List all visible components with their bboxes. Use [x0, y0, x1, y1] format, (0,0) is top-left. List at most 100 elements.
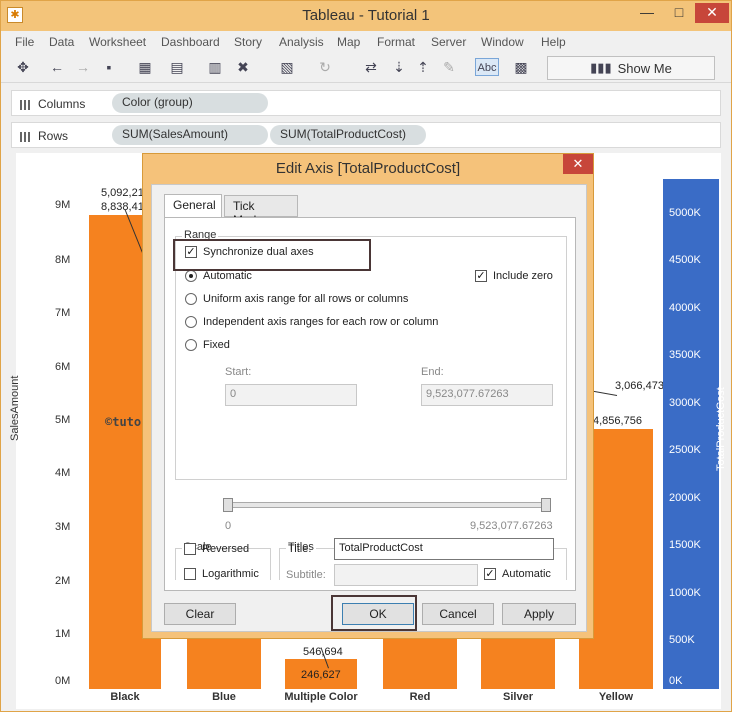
highlight-box-ok — [331, 595, 417, 631]
include-zero-checkbox[interactable]: ✓ Include zero — [475, 270, 553, 282]
cancel-button[interactable]: Cancel — [422, 603, 494, 625]
bar-silver[interactable] — [481, 637, 555, 689]
y-tick: 3M — [55, 521, 71, 533]
end-input[interactable]: 9,523,077.67263 — [421, 384, 553, 406]
range-slider-min-handle[interactable] — [223, 498, 233, 512]
data-label-multiple-cost: 246,627 — [301, 669, 341, 681]
maximize-icon[interactable]: □ — [665, 3, 693, 23]
sort-ascending-icon[interactable]: ⇣ — [389, 58, 409, 76]
y-tick: 8M — [55, 254, 71, 266]
duplicate-sheet-icon[interactable]: ▥ — [205, 58, 225, 76]
clear-button[interactable]: Clear — [164, 603, 236, 625]
y-tick: 4M — [55, 467, 71, 479]
y2-tick: 0K — [669, 675, 683, 687]
dialog-title: Edit Axis [TotalProductCost] — [275, 160, 461, 177]
y2-tick: 4000K — [669, 302, 701, 314]
range-slider-track[interactable] — [225, 502, 547, 508]
y-axis-title: SalesAmount — [9, 375, 21, 441]
menu-data[interactable]: Data — [49, 35, 74, 49]
new-datasource-icon[interactable]: ▦ — [135, 58, 155, 76]
pause-updates-icon[interactable]: ▧ — [277, 58, 297, 76]
reversed-checkbox[interactable]: Reversed — [184, 543, 249, 555]
window-title: Tableau - Tutorial 1 — [302, 7, 430, 24]
edit-axis-dialog: Edit Axis [TotalProductCost] ✕ General T… — [142, 153, 594, 639]
radio-fixed[interactable]: Fixed — [185, 339, 230, 351]
tableau-window: ✱ Tableau - Tutorial 1 — □ ✕ File Data W… — [0, 0, 732, 712]
chart-type-icon[interactable]: ▩ — [511, 58, 531, 76]
y2-tick: 500K — [669, 634, 695, 646]
menu-dashboard[interactable]: Dashboard — [161, 35, 220, 49]
subtitle-automatic-checkbox[interactable]: ✓ Automatic — [484, 568, 551, 580]
y-tick: 5M — [55, 414, 71, 426]
undo-icon[interactable]: ← — [47, 58, 67, 76]
radio-selected-icon — [185, 270, 197, 282]
radio-automatic[interactable]: Automatic — [185, 270, 252, 282]
swap-icon[interactable]: ⇄ — [361, 58, 381, 76]
checkbox-icon — [184, 543, 196, 555]
rows-pill-salesamount[interactable]: SUM(SalesAmount) — [112, 125, 268, 145]
checkbox-checked-icon: ✓ — [475, 270, 487, 282]
x-category-multiple-color: Multiple Color — [284, 691, 358, 703]
rows-icon — [20, 131, 32, 142]
menu-analysis[interactable]: Analysis — [279, 35, 324, 49]
radio-icon — [185, 339, 197, 351]
logarithmic-checkbox[interactable]: Logarithmic — [184, 568, 259, 580]
data-label-yellow-cost: 3,066,473 — [615, 380, 664, 392]
columns-pill-color-group[interactable]: Color (group) — [112, 93, 268, 113]
x-category-silver: Silver — [503, 691, 533, 703]
bar-red[interactable] — [383, 637, 457, 689]
redo-icon[interactable]: → — [73, 58, 93, 76]
show-me-button[interactable]: ▮▮▮ Show Me — [547, 56, 715, 80]
new-worksheet-icon[interactable]: ▤ — [167, 58, 187, 76]
y2-tick: 4500K — [669, 254, 701, 266]
x-category-red: Red — [409, 691, 431, 703]
general-tab-panel: Range ✓ Synchronize dual axes Automatic … — [164, 217, 576, 591]
y2-tick: 2000K — [669, 492, 701, 504]
menu-window[interactable]: Window — [481, 35, 524, 49]
menu-worksheet[interactable]: Worksheet — [89, 35, 146, 49]
highlight-icon[interactable]: ✎ — [439, 58, 459, 76]
y-tick: 7M — [55, 307, 71, 319]
data-label-yellow-sales: 4,856,756 — [593, 415, 642, 427]
columns-shelf[interactable]: Columns Color (group) — [11, 90, 721, 116]
rows-pill-totalproductcost[interactable]: SUM(TotalProductCost) — [270, 125, 426, 145]
end-label: End: — [421, 366, 444, 378]
radio-icon — [185, 316, 197, 328]
x-category-black: Black — [110, 691, 140, 703]
subtitle-input[interactable] — [334, 564, 478, 586]
columns-icon — [20, 99, 32, 110]
save-icon[interactable]: ▪ — [99, 58, 119, 76]
slider-max-label: 9,523,077.67263 — [470, 520, 553, 532]
data-label-black-cost: 5,092,21 — [101, 187, 144, 199]
y2-tick: 2500K — [669, 444, 701, 456]
range-slider-max-handle[interactable] — [541, 498, 551, 512]
clear-sheet-icon[interactable]: ✖ — [233, 58, 253, 76]
columns-shelf-label: Columns — [20, 97, 85, 111]
sort-descending-icon[interactable]: ⇡ — [413, 58, 433, 76]
menu-story[interactable]: Story — [234, 35, 262, 49]
start-input[interactable]: 0 — [225, 384, 357, 406]
title-input[interactable]: TotalProductCost — [334, 538, 554, 560]
dialog-close-icon[interactable]: ✕ — [563, 154, 593, 174]
checkbox-icon — [184, 568, 196, 580]
highlight-box-synchronize — [173, 239, 371, 271]
menu-format[interactable]: Format — [377, 35, 415, 49]
radio-independent-axis[interactable]: Independent axis ranges for each row or … — [185, 316, 438, 328]
tab-tick-marks[interactable]: Tick Marks — [224, 195, 298, 227]
refresh-icon[interactable]: ↻ — [315, 58, 335, 76]
minimize-icon[interactable]: — — [633, 3, 661, 23]
rows-shelf[interactable]: Rows SUM(SalesAmount) SUM(TotalProductCo… — [11, 122, 721, 148]
tableau-logo-icon[interactable]: ✥ — [13, 58, 33, 76]
show-labels-icon[interactable]: Abc — [475, 58, 499, 76]
y-tick: 2M — [55, 575, 71, 587]
menu-file[interactable]: File — [15, 35, 34, 49]
close-icon[interactable]: ✕ — [695, 3, 729, 23]
menu-help[interactable]: Help — [541, 35, 566, 49]
menu-server[interactable]: Server — [431, 35, 466, 49]
bar-blue[interactable] — [187, 637, 261, 689]
menu-map[interactable]: Map — [337, 35, 360, 49]
radio-uniform-axis[interactable]: Uniform axis range for all rows or colum… — [185, 293, 408, 305]
x-category-yellow: Yellow — [598, 691, 634, 703]
apply-button[interactable]: Apply — [502, 603, 576, 625]
tab-general[interactable]: General — [164, 194, 222, 218]
